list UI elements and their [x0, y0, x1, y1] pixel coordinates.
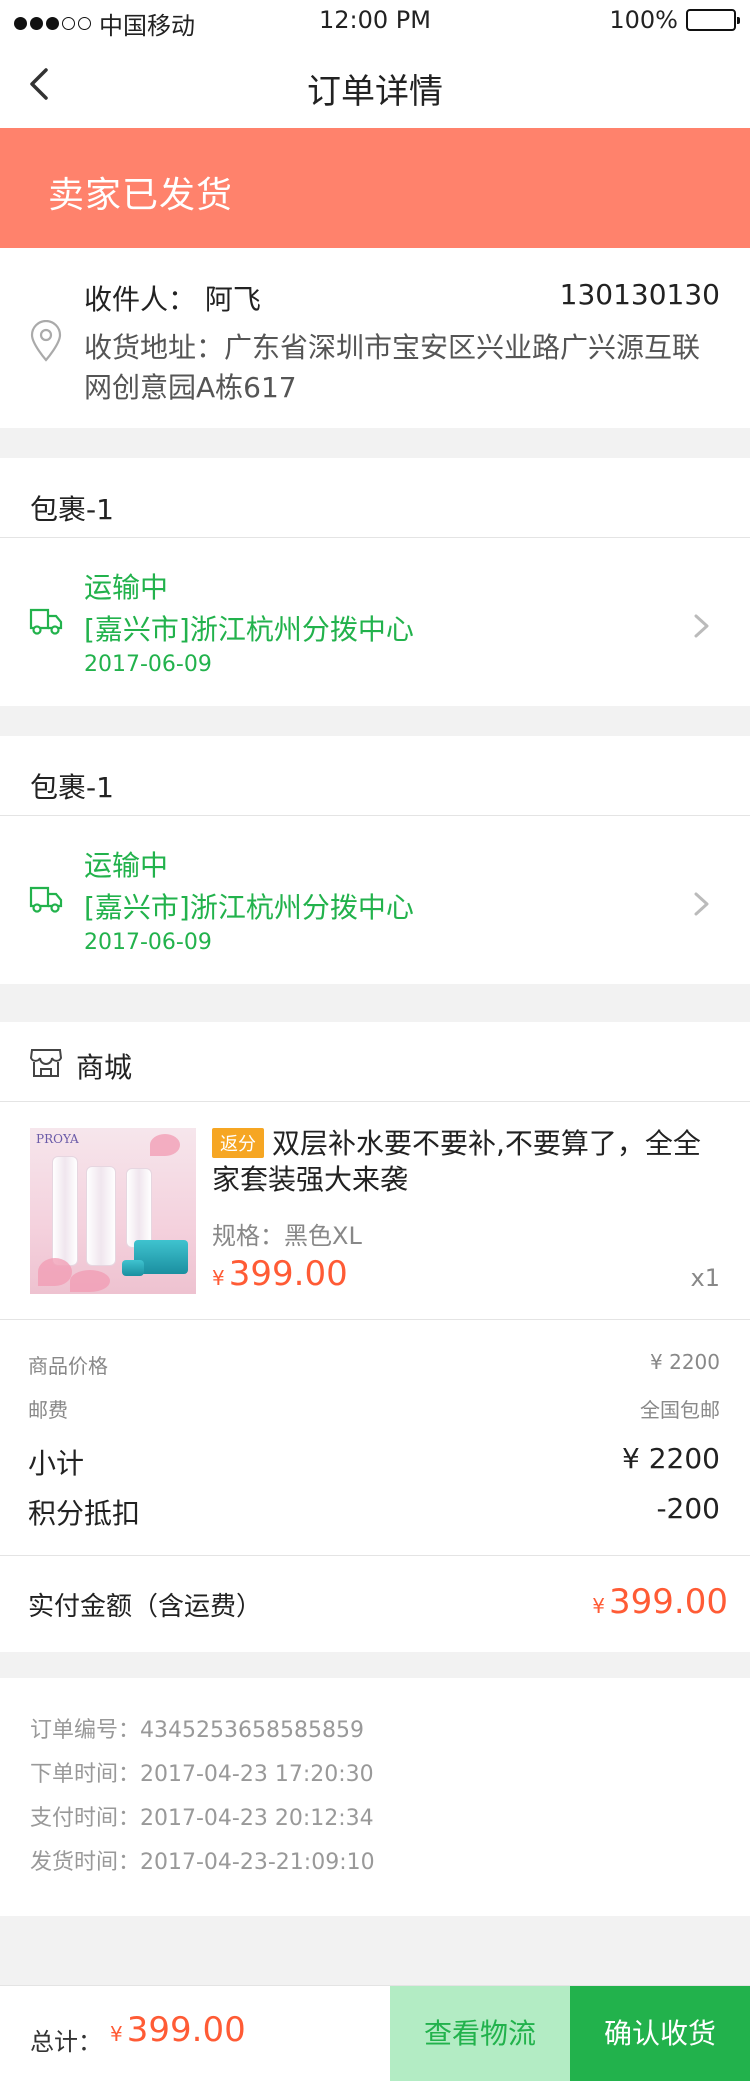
- view-logistics-button[interactable]: 查看物流: [390, 1986, 570, 2081]
- package-tracking[interactable]: 运输中 [嘉兴市]浙江杭州分拨中心 2017-06-09: [0, 538, 750, 706]
- payment-time: 支付时间：2017-04-23 20:12:34: [30, 1806, 374, 1831]
- points-deduction-row: 积分抵扣 -200: [28, 1492, 720, 1530]
- total-amount: ¥399.00: [110, 2010, 246, 2050]
- battery-icon: [686, 9, 740, 31]
- location-pin-icon: [30, 320, 62, 362]
- package-date: 2017-06-09: [84, 930, 212, 955]
- package-status: 运输中: [84, 849, 169, 882]
- product-price: ¥399.00: [212, 1254, 348, 1294]
- shipping-row: 邮费 全国包邮: [28, 1398, 720, 1422]
- order-number: 订单编号：4345253658585859: [30, 1718, 364, 1743]
- shop-name: 商城: [76, 1051, 133, 1084]
- package-tracking[interactable]: 运输中 [嘉兴市]浙江杭州分拨中心 2017-06-09: [0, 816, 750, 984]
- shop-header[interactable]: 商城: [0, 1022, 750, 1102]
- battery-percent: 100%: [609, 6, 678, 34]
- goods-price-row: 商品价格 ¥ 2200: [28, 1350, 720, 1378]
- nav-bar: 订单详情: [0, 40, 750, 128]
- recipient-name: 收件人： 阿飞: [84, 283, 261, 316]
- order-info: 订单编号：4345253658585859 下单时间：2017-04-23 17…: [0, 1678, 750, 1916]
- recipient-phone: 130130130: [559, 278, 720, 311]
- store-icon: [29, 1049, 63, 1077]
- total-label: 总计：: [30, 2028, 102, 2056]
- order-item[interactable]: PROYA 返分 双层补水要不要补,不要算了，全全家套装强大来袭 规格：黑色XL…: [0, 1102, 750, 1320]
- bottom-action-bar: 总计： ¥399.00 查看物流 确认收货: [0, 1985, 750, 2081]
- chevron-right-icon: [694, 892, 709, 916]
- fee-breakdown: 商品价格 ¥ 2200 邮费 全国包邮 小计 ¥ 2200 积分抵扣 -200: [0, 1320, 750, 1556]
- package-name: 包裹-1: [0, 736, 750, 816]
- battery-status: 100%: [609, 6, 740, 34]
- shipping-time: 发货时间：2017-04-23-21:09:10: [30, 1850, 375, 1875]
- product-spec: 规格：黑色XL: [212, 1222, 362, 1250]
- amount-paid-value: ¥399.00: [592, 1582, 728, 1622]
- package-card[interactable]: 包裹-1 运输中 [嘉兴市]浙江杭州分拨中心 2017-06-09: [0, 736, 750, 984]
- order-status-banner: 卖家已发货: [0, 128, 750, 248]
- order-status-text: 卖家已发货: [48, 175, 234, 216]
- order-time: 下单时间：2017-04-23 17:20:30: [30, 1762, 374, 1787]
- amount-paid-row: 实付金额（含运费） ¥399.00: [0, 1556, 750, 1650]
- package-status: 运输中: [84, 571, 169, 604]
- product-brand-logo: PROYA: [36, 1132, 79, 1146]
- truck-icon: [29, 886, 63, 913]
- shop-order-card: 商城 PROYA 返分 双层补水要不要补,不要算了，全全家套装强大来袭 规格：黑…: [0, 1022, 750, 1652]
- product-title: 双层补水要不要补,不要算了，全全家套装强大来袭: [212, 1127, 701, 1196]
- truck-icon: [29, 608, 63, 635]
- confirm-receipt-button[interactable]: 确认收货: [570, 1986, 750, 2081]
- page-title: 订单详情: [307, 72, 443, 112]
- amount-paid-label: 实付金额（含运费）: [28, 1592, 263, 1622]
- chevron-right-icon: [694, 614, 709, 638]
- package-location: [嘉兴市]浙江杭州分拨中心: [84, 891, 414, 924]
- package-date: 2017-06-09: [84, 652, 212, 677]
- address-card: 收件人： 阿飞 130130130 收货地址：广东省深圳市宝安区兴业路广兴源互联…: [0, 248, 750, 428]
- shipping-address: 收货地址：广东省深圳市宝安区兴业路广兴源互联网创意园A栋617: [84, 331, 701, 404]
- product-image: PROYA: [30, 1128, 196, 1294]
- package-location: [嘉兴市]浙江杭州分拨中心: [84, 613, 414, 646]
- subtotal-row: 小计 ¥ 2200: [28, 1442, 720, 1480]
- package-name: 包裹-1: [0, 458, 750, 538]
- product-quantity: x1: [690, 1264, 720, 1292]
- status-bar: 中国移动 12:00 PM 100%: [0, 0, 750, 40]
- package-card[interactable]: 包裹-1 运输中 [嘉兴市]浙江杭州分拨中心 2017-06-09: [0, 458, 750, 706]
